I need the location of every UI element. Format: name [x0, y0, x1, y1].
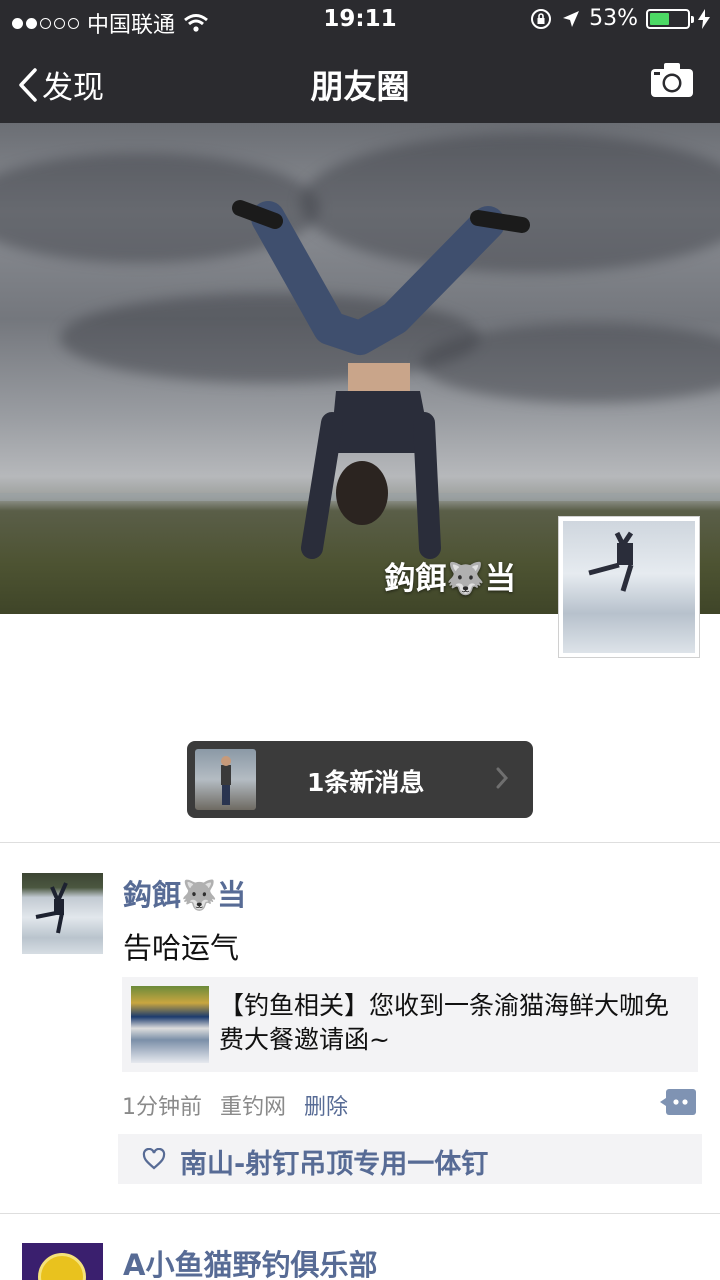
profile-avatar[interactable] — [558, 516, 700, 658]
comment-icon — [660, 1089, 696, 1115]
status-bar: 中国联通 19:11 53% — [0, 0, 720, 40]
shared-link-card[interactable]: 【钓鱼相关】您收到一条渝猫海鲜大咖免费大餐邀请函~ — [122, 977, 698, 1072]
link-title: 【钓鱼相关】您收到一条渝猫海鲜大咖免费大餐邀请函~ — [219, 991, 670, 1054]
chevron-right-icon — [496, 767, 509, 789]
battery-icon — [646, 8, 694, 29]
post-source[interactable]: 重钓网 — [220, 1089, 286, 1121]
next-post-avatar[interactable] — [22, 1243, 103, 1280]
new-message-label: 1条新消息 — [307, 768, 425, 797]
location-arrow-icon — [563, 10, 580, 27]
new-message-notice[interactable]: 1条新消息 — [187, 741, 533, 818]
camera-button[interactable] — [650, 62, 694, 102]
link-thumbnail — [131, 986, 209, 1063]
post-time: 1分钟前 — [122, 1095, 202, 1120]
delete-button[interactable]: 删除 — [304, 1089, 348, 1121]
battery-fill — [650, 12, 670, 25]
post-author-name[interactable]: 鈎餌🐺当 — [123, 872, 246, 914]
post-meta: 1分钟前 重钓网 删除 — [122, 1089, 348, 1121]
liker-name[interactable]: 南山-射钉吊顶专用一体钉 — [180, 1142, 488, 1181]
post-text: 告哈运气 — [123, 931, 240, 965]
charging-bolt-icon — [698, 8, 710, 29]
navigation-bar: 发现 朋友圈 — [0, 40, 720, 123]
comment-button[interactable] — [660, 1089, 696, 1115]
post-author-avatar[interactable] — [22, 873, 103, 954]
likes-section: 南山-射钉吊顶专用一体钉 — [118, 1134, 702, 1184]
heart-icon — [142, 1148, 166, 1170]
new-message-avatar — [195, 749, 256, 810]
next-post-author-name[interactable]: A小鱼猫野钓俱乐部 — [123, 1242, 377, 1280]
status-right: 53% — [529, 6, 710, 31]
avatar-figure — [588, 531, 634, 592]
divider — [0, 842, 720, 843]
cover-user-name[interactable]: 鈎餌🐺当 — [384, 553, 516, 598]
battery-percent: 53% — [589, 6, 638, 31]
divider — [0, 1213, 720, 1214]
camera-icon — [651, 63, 693, 97]
rotation-lock-icon — [531, 8, 552, 29]
club-logo — [38, 1253, 86, 1280]
page-title: 朋友圈 — [310, 67, 410, 106]
